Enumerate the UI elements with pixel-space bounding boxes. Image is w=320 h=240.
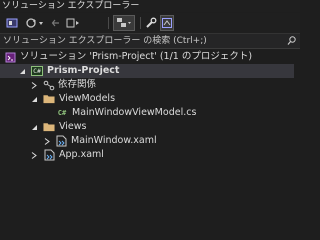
tree-item-label: App.xaml xyxy=(59,149,104,160)
chevron-right-icon[interactable] xyxy=(30,78,38,92)
search-icon xyxy=(287,36,296,45)
preview-icon xyxy=(162,18,172,28)
sync-icon xyxy=(26,18,43,28)
chevron-down-icon[interactable] xyxy=(30,120,38,134)
home-button[interactable] xyxy=(5,15,19,31)
dependencies-icon xyxy=(43,78,55,92)
tree-item-viewmodels[interactable]: ViewModels xyxy=(0,92,300,106)
tree-item-mainwindowviewmodel[interactable]: C# MainWindowViewModel.cs xyxy=(0,106,300,120)
folder-icon xyxy=(43,120,55,134)
tree-item-label: ソリューション 'Prism-Project' (1/1 のプロジェクト) xyxy=(20,51,253,62)
chevron-right-icon[interactable] xyxy=(30,148,38,162)
tree-item-dependencies[interactable]: 依存関係 xyxy=(0,78,300,92)
chevron-down-icon[interactable] xyxy=(30,92,38,106)
toolbar-separator xyxy=(140,17,141,29)
show-all-files-icon xyxy=(117,18,131,27)
search-input[interactable]: ソリューション エクスプローラー の検索 (Ctrl+;) xyxy=(0,34,300,49)
tree-item-label: Prism-Project xyxy=(47,65,120,76)
tree-item-label: ViewModels xyxy=(59,93,116,104)
tree-item-label: 依存関係 xyxy=(58,79,97,90)
sync-button[interactable] xyxy=(24,15,46,31)
csharp-file-icon: C# xyxy=(57,109,67,117)
tree-item-label: MainWindow.xaml xyxy=(71,135,157,146)
tree-item-solution[interactable]: ソリューション 'Prism-Project' (1/1 のプロジェクト) xyxy=(0,50,300,64)
solution-icon xyxy=(4,50,16,64)
search-placeholder: ソリューション エクスプローラー の検索 (Ctrl+;) xyxy=(3,36,207,46)
preview-button[interactable] xyxy=(160,15,174,31)
properties-button[interactable] xyxy=(144,15,157,31)
show-all-files-button[interactable] xyxy=(113,15,135,31)
tree-item-app[interactable]: App.xaml xyxy=(0,148,300,162)
tree-item-project[interactable]: C# Prism-Project xyxy=(0,64,300,78)
pending-changes-icon xyxy=(66,18,79,28)
wrench-icon xyxy=(145,17,156,28)
panel-title: ソリューション エクスプローラー xyxy=(0,0,300,12)
vertical-scrollbar[interactable] xyxy=(294,50,300,206)
tree-item-label: Views xyxy=(59,121,87,132)
folder-icon xyxy=(43,92,55,106)
csharp-project-icon: C# xyxy=(31,66,43,76)
tree-item-label: MainWindowViewModel.cs xyxy=(72,107,197,118)
tree-item-views[interactable]: Views xyxy=(0,120,300,134)
xaml-file-icon xyxy=(43,148,55,162)
pending-changes-button[interactable] xyxy=(65,15,81,31)
chevron-down-icon[interactable] xyxy=(18,64,26,78)
home-icon xyxy=(6,18,18,28)
xaml-file-icon xyxy=(55,134,67,148)
tree-item-mainwindow[interactable]: MainWindow.xaml xyxy=(0,134,300,148)
back-icon xyxy=(51,19,59,27)
back-button[interactable] xyxy=(50,15,62,31)
toolbar xyxy=(0,13,300,34)
toolbar-separator xyxy=(108,17,109,29)
chevron-right-icon[interactable] xyxy=(43,134,51,148)
